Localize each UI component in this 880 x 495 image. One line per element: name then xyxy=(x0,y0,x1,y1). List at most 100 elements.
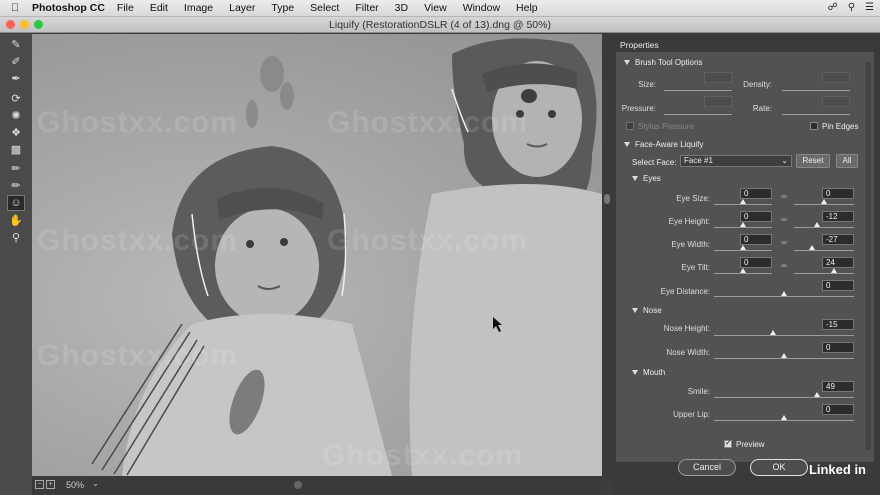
search-icon[interactable]: ⚲ xyxy=(848,2,855,13)
menu-type[interactable]: Type xyxy=(271,2,294,14)
eye-width-right-thumb[interactable] xyxy=(809,245,815,250)
window-title: Liquify (RestorationDSLR (4 of 13).dng @… xyxy=(329,19,551,31)
eye-width-right-field[interactable]: -27 xyxy=(822,234,854,245)
eye-tilt-right-field[interactable]: 24 xyxy=(822,257,854,268)
watermark: Ghostxx.com xyxy=(327,106,529,139)
hand-tool-icon[interactable]: ✋ xyxy=(8,214,24,228)
disclosure-triangle-icon xyxy=(632,370,638,376)
pin-edges-checkbox[interactable] xyxy=(810,122,818,130)
eye-size-right-track[interactable] xyxy=(794,204,854,205)
eye-width-right-track[interactable] xyxy=(794,250,854,251)
preview-checkbox[interactable]: ✓ xyxy=(724,438,732,448)
eye-size-right-thumb[interactable] xyxy=(821,199,827,204)
list-icon[interactable]: ☰ xyxy=(865,2,874,13)
link-icon[interactable]: ∞ xyxy=(780,192,788,201)
menu-layer[interactable]: Layer xyxy=(229,2,255,14)
menu-3d[interactable]: 3D xyxy=(395,2,408,14)
menu-file[interactable]: File xyxy=(117,2,134,14)
nose-width-thumb[interactable] xyxy=(781,353,787,358)
eye-tilt-right-thumb[interactable] xyxy=(831,268,837,273)
ok-button[interactable]: OK xyxy=(750,459,808,476)
app-menu[interactable]: Photoshop CC xyxy=(32,2,105,14)
upper-lip-track[interactable] xyxy=(714,420,854,421)
eye-size-right-field[interactable]: 0 xyxy=(822,188,854,199)
smile-field[interactable]: 49 xyxy=(822,381,854,392)
reset-button[interactable]: Reset xyxy=(796,154,830,168)
apple-icon[interactable]:  xyxy=(8,2,22,14)
eye-distance-track[interactable] xyxy=(714,296,854,297)
bloat-tool-icon[interactable]: ❖ xyxy=(8,126,24,140)
reconstruct-tool-icon[interactable]: ✐ xyxy=(8,55,24,69)
nose-height-field[interactable]: -15 xyxy=(822,319,854,330)
freeze-mask-tool-icon[interactable]: ✏ xyxy=(8,162,24,176)
eye-height-left-field[interactable]: 0 xyxy=(740,211,772,222)
eye-width-left-thumb[interactable] xyxy=(740,245,746,250)
all-button[interactable]: All xyxy=(836,154,858,168)
eye-tilt-left-track[interactable] xyxy=(714,273,772,274)
twirl-tool-icon[interactable]: ⟳ xyxy=(8,92,24,106)
zoom-out-icon[interactable]: − xyxy=(35,480,44,489)
nose-section-header[interactable]: Nose xyxy=(632,306,662,315)
smile-thumb[interactable] xyxy=(814,392,820,397)
creative-cloud-icon[interactable]: ☍ xyxy=(828,2,838,13)
menu-bar:  Photoshop CC File Edit Image Layer Typ… xyxy=(0,0,880,17)
eye-distance-field[interactable]: 0 xyxy=(822,280,854,291)
brush-section-header[interactable]: Brush Tool Options xyxy=(624,58,702,67)
minimize-window-button[interactable] xyxy=(20,20,29,29)
upper-lip-field[interactable]: 0 xyxy=(822,404,854,415)
smooth-tool-icon[interactable]: ✒ xyxy=(8,72,24,86)
pucker-tool-icon[interactable]: ✺ xyxy=(8,109,24,123)
select-face-dropdown[interactable]: Face #1 ⌄ xyxy=(680,155,792,167)
forward-warp-tool-icon[interactable]: ✎ xyxy=(8,38,24,52)
eye-size-left-track[interactable] xyxy=(714,204,772,205)
nose-width-track[interactable] xyxy=(714,358,854,359)
eye-distance-thumb[interactable] xyxy=(781,291,787,296)
upper-lip-thumb[interactable] xyxy=(781,415,787,420)
face-aware-section-header[interactable]: Face-Aware Liquify xyxy=(624,140,703,149)
eye-height-right-track[interactable] xyxy=(794,227,854,228)
menu-window[interactable]: Window xyxy=(463,2,500,14)
nose-width-field[interactable]: 0 xyxy=(822,342,854,353)
chevron-down-icon[interactable]: ⌄ xyxy=(92,479,99,488)
thaw-mask-tool-icon[interactable]: ✏ xyxy=(8,179,24,193)
menu-select[interactable]: Select xyxy=(310,2,339,14)
menu-view[interactable]: View xyxy=(424,2,447,14)
smile-track[interactable] xyxy=(714,397,854,398)
horizontal-scroll-thumb[interactable] xyxy=(294,481,302,489)
liquify-canvas[interactable]: Ghostxx.com Ghostxx.com Ghostxx.com Ghos… xyxy=(32,34,602,476)
eye-height-left-thumb[interactable] xyxy=(740,222,746,227)
eye-tilt-left-thumb[interactable] xyxy=(740,268,746,273)
eye-tilt-left-field[interactable]: 0 xyxy=(740,257,772,268)
face-tool-icon[interactable]: ☺ xyxy=(7,195,25,211)
menu-filter[interactable]: Filter xyxy=(355,2,378,14)
link-icon[interactable]: ∞ xyxy=(780,261,788,270)
eye-width-left-field[interactable]: 0 xyxy=(740,234,772,245)
zoom-tool-icon[interactable]: ⚲ xyxy=(8,231,24,245)
nose-height-track[interactable] xyxy=(714,335,854,336)
eye-size-left-field[interactable]: 0 xyxy=(740,188,772,199)
link-icon[interactable]: ∞ xyxy=(780,215,788,224)
zoom-window-button[interactable] xyxy=(34,20,43,29)
eye-width-left-track[interactable] xyxy=(714,250,772,251)
nose-height-thumb[interactable] xyxy=(770,330,776,335)
push-left-tool-icon[interactable]: ▩ xyxy=(8,143,24,157)
menu-image[interactable]: Image xyxy=(184,2,213,14)
cancel-button[interactable]: Cancel xyxy=(678,459,736,476)
link-icon[interactable]: ∞ xyxy=(780,238,788,247)
zoom-level[interactable]: 50% xyxy=(66,480,84,490)
liquify-toolbar: ✎ ✐ ✒ ⟳ ✺ ❖ ▩ ✏ ✏ ☺ ✋ ⚲ xyxy=(0,34,32,495)
properties-panel: Properties Brush Tool Options Size: Dens… xyxy=(612,34,880,495)
close-window-button[interactable] xyxy=(6,20,15,29)
menu-help[interactable]: Help xyxy=(516,2,538,14)
eye-size-left-thumb[interactable] xyxy=(740,199,746,204)
eyes-section-header[interactable]: Eyes xyxy=(632,174,661,183)
zoom-in-icon[interactable]: + xyxy=(46,480,55,489)
eye-height-right-thumb[interactable] xyxy=(814,222,820,227)
panel-scrollbar[interactable] xyxy=(866,62,871,450)
mouth-section-header[interactable]: Mouth xyxy=(632,368,665,377)
eye-height-right-field[interactable]: -12 xyxy=(822,211,854,222)
eye-tilt-right-track[interactable] xyxy=(794,273,854,274)
status-bar: − + 50% ⌄ xyxy=(32,476,602,495)
menu-edit[interactable]: Edit xyxy=(150,2,168,14)
eye-height-left-track[interactable] xyxy=(714,227,772,228)
